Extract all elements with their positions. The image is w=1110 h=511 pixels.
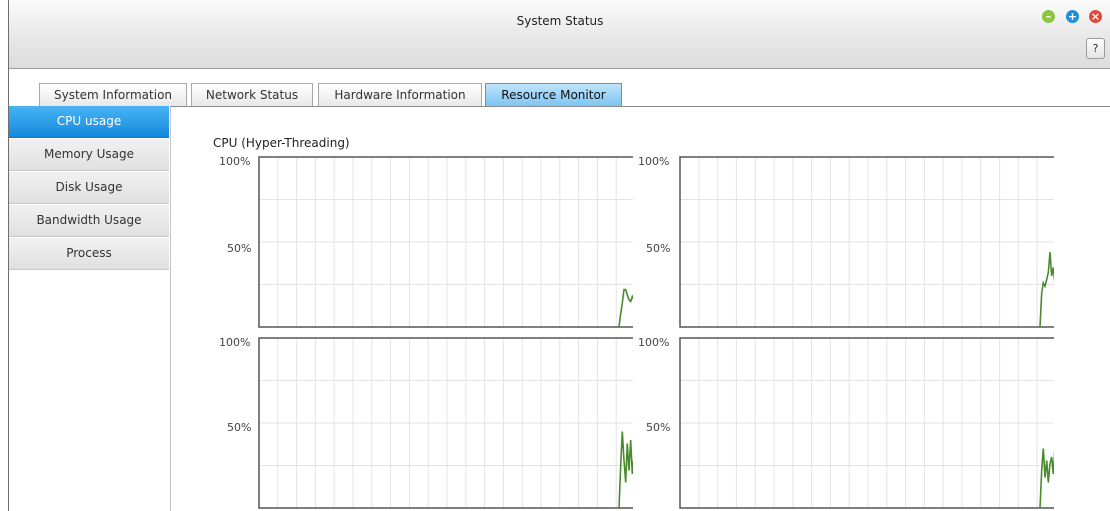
tab-bar: System Information Network Status Hardwa… [9,80,1110,107]
cpu-chart-1-plot [258,156,633,328]
cpu-chart-4-plot [679,337,1054,509]
cpu-series-line [618,431,633,509]
tab-hardware-information[interactable]: Hardware Information [318,83,482,106]
sidebar-item-memory-usage[interactable]: Memory Usage [9,139,169,171]
cpu-chart-3-plot [258,337,633,509]
sidebar-item-bandwidth-usage[interactable]: Bandwidth Usage [9,205,169,237]
cpu-chart-1: 100% 50% [213,155,633,330]
cpu-chart-3: 100% 50% [213,336,633,511]
maximize-icon[interactable]: + [1066,10,1079,23]
sidebar-item-disk-usage[interactable]: Disk Usage [9,172,169,204]
tab-system-information[interactable]: System Information [39,83,187,106]
sidebar-item-process[interactable]: Process [9,238,169,270]
sidebar-item-cpu-usage[interactable]: CPU usage [9,106,169,138]
tab-network-status[interactable]: Network Status [191,83,313,106]
cpu-chart-4: 100% 50% [634,336,1054,511]
system-status-window: System Status – + × ? System Information… [8,0,1110,511]
cpu-series-line [618,288,633,328]
title-bar: System Status – + × ? [9,0,1110,69]
cpu-chart-2-plot [679,156,1054,328]
window-title: System Status [516,14,604,28]
cpu-series-line [1039,252,1054,328]
help-button[interactable]: ? [1086,38,1105,59]
sidebar: CPU usage Memory Usage Disk Usage Bandwi… [9,106,171,511]
close-icon[interactable]: × [1089,10,1102,23]
cpu-chart-2: 100% 50% [634,155,1054,330]
tab-resource-monitor[interactable]: Resource Monitor [485,83,622,106]
section-title: CPU (Hyper-Threading) [213,136,350,150]
minimize-icon[interactable]: – [1042,10,1055,23]
cpu-series-line [1039,448,1054,509]
